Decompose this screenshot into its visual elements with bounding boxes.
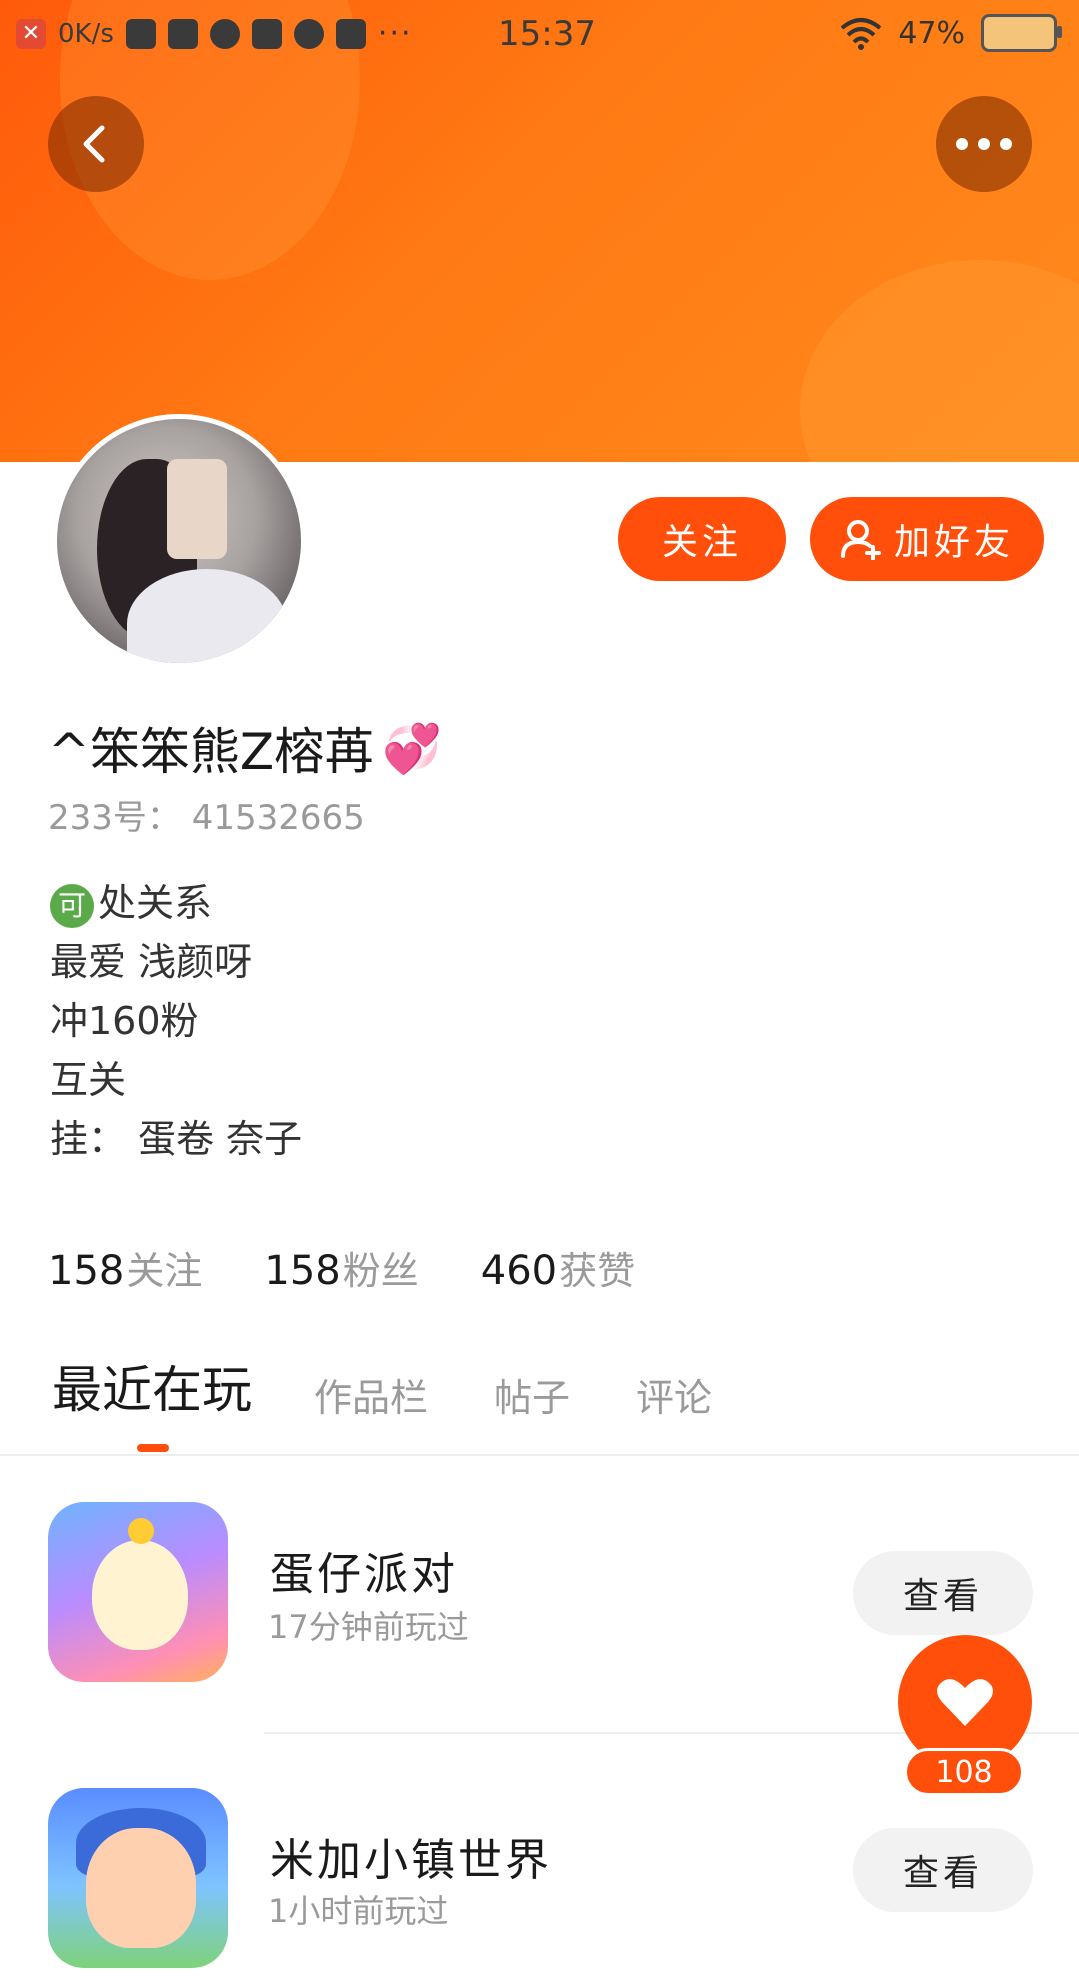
tab-posts[interactable]: 帖子 [494,1367,570,1422]
wifi-icon [840,16,882,50]
follow-button[interactable]: 关注 [618,497,786,581]
message-icon [167,18,198,49]
stat-following[interactable]: 158关注 [48,1240,202,1295]
bio-line: 最爱 浅颜呀 [50,940,253,984]
chevron-left-icon [83,125,105,163]
game-list-item[interactable]: 米加小镇世界 1小时前玩过 查看 [0,1788,1079,1988]
notification-icon: ✕ [16,18,46,49]
game-title: 蛋仔派对 [270,1549,458,1600]
profile-stats: 158关注 158粉丝 460获赞 [48,1240,635,1295]
more-horizontal-icon [956,138,1012,150]
clock: 15:37 [498,14,596,54]
add-friend-button[interactable]: 加好友 [810,497,1044,581]
planet-icon [209,18,240,49]
avatar-phone [167,459,227,559]
antenna-decoration [128,1518,154,1544]
heart-icon [937,1679,993,1726]
stat-number: 460 [480,1248,558,1294]
app-notification-icon [125,18,156,49]
stat-likes[interactable]: 460获赞 [481,1240,635,1295]
stat-label: 关注 [126,1249,203,1293]
battery-percent: 47% [898,15,965,51]
stat-label: 粉丝 [342,1249,419,1293]
divider [0,1454,1079,1456]
more-button[interactable] [936,96,1032,192]
nickname-text: ^笨笨熊Z榕苒 [48,723,375,781]
bio-line: 可处关系 [50,874,302,933]
app-notification-icon [251,18,282,49]
mail-icon [335,18,366,49]
stat-number: 158 [264,1248,341,1294]
view-button[interactable]: 查看 [853,1828,1033,1912]
avatar[interactable] [52,414,306,668]
tab-indicator [137,1444,169,1452]
follow-label: 关注 [661,522,742,563]
stat-number: 158 [48,1248,125,1294]
bio: 可处关系 最爱 浅颜呀 冲160粉 互关 挂： 蛋卷 奈子 [50,874,302,1169]
more-notifications: ··· [377,16,413,51]
stat-label: 获赞 [559,1249,636,1293]
character-face [86,1828,196,1948]
status-bar: ✕ 0K/s ··· 15:37 47% [0,0,1079,70]
status-right: 47% [840,14,1062,52]
heart-icon: 💞 [382,720,442,777]
view-button[interactable]: 查看 [853,1551,1033,1635]
bio-line: 互关 [50,1058,127,1102]
tab-comments[interactable]: 评论 [636,1367,712,1422]
profile-tabs: 最近在玩 作品栏 帖子 评论 [52,1350,778,1422]
banner-decoration [800,260,1079,462]
like-count: 108 [904,1748,1024,1796]
ke-badge-icon: 可 [50,883,94,928]
tab-works[interactable]: 作品栏 [314,1367,428,1422]
bio-text: 处关系 [98,881,213,925]
egg-character [92,1540,188,1650]
nickname: ^笨笨熊Z榕苒 💞 [48,712,442,784]
tab-recently-played[interactable]: 最近在玩 [52,1350,252,1422]
game-last-played: 17分钟前玩过 [268,1608,469,1646]
avatar-shirt [127,569,287,663]
game-last-played: 1小时前玩过 [268,1892,449,1930]
play-icon [293,18,324,49]
bio-line: 冲160粉 [50,999,199,1043]
user-id: 233号： 41532665 [48,798,365,838]
bio-line: 挂： 蛋卷 奈子 [50,1117,303,1161]
status-left: ✕ 0K/s ··· [16,16,413,51]
battery-icon [981,14,1062,52]
back-button[interactable] [48,96,144,192]
add-friend-label: 加好友 [893,522,1014,563]
stat-fans[interactable]: 158粉丝 [264,1240,418,1295]
net-speed: 0K/s [58,18,114,49]
add-user-icon [840,520,881,560]
game-title: 米加小镇世界 [270,1835,552,1886]
game-icon-miga-town[interactable] [48,1788,228,1968]
game-icon-eggy-party[interactable] [48,1502,228,1682]
